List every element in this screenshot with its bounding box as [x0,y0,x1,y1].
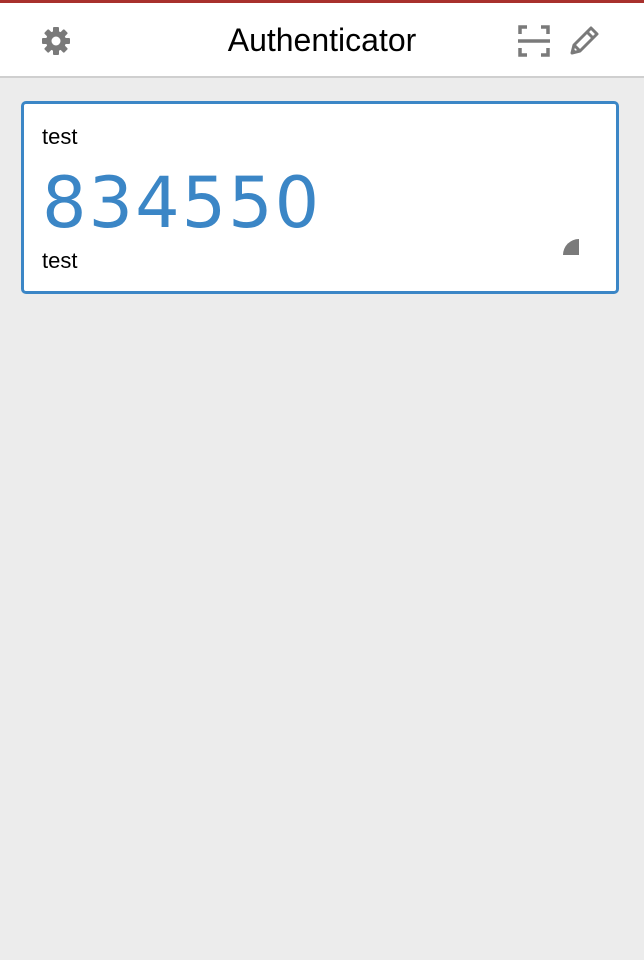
otp-code[interactable]: 834550 [42,162,321,244]
app-header: Authenticator [0,3,644,78]
entry-card[interactable]: test 834550 test [21,101,619,294]
countdown-pie-icon [563,239,579,255]
scan-qr-button[interactable] [516,23,552,59]
entry-issuer: test [42,124,78,149]
edit-button[interactable] [566,23,602,59]
scan-qr-icon [518,25,550,57]
pencil-icon [570,26,599,55]
entry-list: test 834550 test [0,78,644,960]
entry-account: test [42,248,78,273]
